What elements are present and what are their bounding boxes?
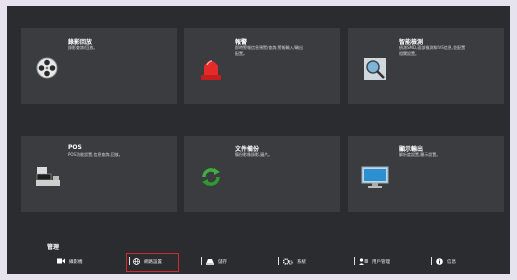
card-smart-detection[interactable]: 智能檢測 偵測SMD,面部檢測和IVS信息,並配置 相關設置。 [348,28,504,104]
card-desc-line2: 相關設置。 [399,51,419,56]
mgmt-item-network[interactable]: 網路設置 [133,256,162,268]
user-icon [359,257,368,267]
card-desc: 解析度設置,顯示設置。 [399,152,441,157]
mgmt-item-label: 儲存 [218,260,227,265]
card-alarm[interactable]: 報警 即時警報信息預覽/查詢,警報輸入/輸出 配置。 [184,28,340,104]
mgmt-item-label: 信息 [447,260,456,265]
management-title: 管理 [47,244,60,251]
mgmt-item-label: 攝影機 [69,260,83,265]
mgmt-item-camera[interactable]: 攝影機 [57,256,83,268]
monitor-icon [361,166,389,188]
mgmt-item-storage[interactable]: 儲存 [206,256,227,268]
main-menu-screen: 錄影回放 錄影查詢/回放。 報警 即時警報信息預覽/查詢,警報輸入/輸出 配置。 [7,6,510,274]
storage-icon [206,258,214,267]
separator [431,257,432,265]
network-globe-icon [133,257,140,267]
card-display-output[interactable]: 顯示輸出 解析度設置,顯示設置。 [348,136,504,212]
pos-terminal-icon [35,166,61,188]
alarm-siren-icon [199,56,223,82]
separator [201,257,202,265]
camera-icon [57,258,65,266]
card-playback[interactable]: 錄影回放 錄影查詢/回放。 [21,28,177,104]
smart-detect-icon [363,57,387,81]
separator [278,257,279,265]
mgmt-item-label: 系統 [297,260,306,265]
mgmt-item-label: 網路設置 [144,260,162,265]
mgmt-item-info[interactable]: 信息 [436,256,456,268]
management-toolbar: 攝影機 網路設置 儲存 系統 用戶管理 信息 [7,252,510,272]
mgmt-item-system[interactable]: 系統 [282,256,306,268]
film-reel-icon [36,57,58,79]
card-desc-line2: 配置。 [235,51,247,56]
card-desc: 備份影像錄影,圖片。 [235,152,273,157]
separator [354,257,355,265]
mgmt-item-users[interactable]: 用戶管理 [359,256,390,268]
card-pos[interactable]: POS POS功能設置,信息查詢,回放。 [21,136,177,212]
gear-icon [282,257,293,267]
card-desc: 錄影查詢/回放。 [68,45,98,50]
card-desc: POS功能設置,信息查詢,回放。 [68,152,123,157]
card-file-backup[interactable]: 文件備份 備份影像錄影,圖片。 [184,136,340,212]
separator [129,257,130,265]
backup-arrows-icon [200,166,222,188]
info-icon [436,257,443,267]
mgmt-item-label: 用戶管理 [372,260,390,265]
card-title: POS [68,144,82,151]
